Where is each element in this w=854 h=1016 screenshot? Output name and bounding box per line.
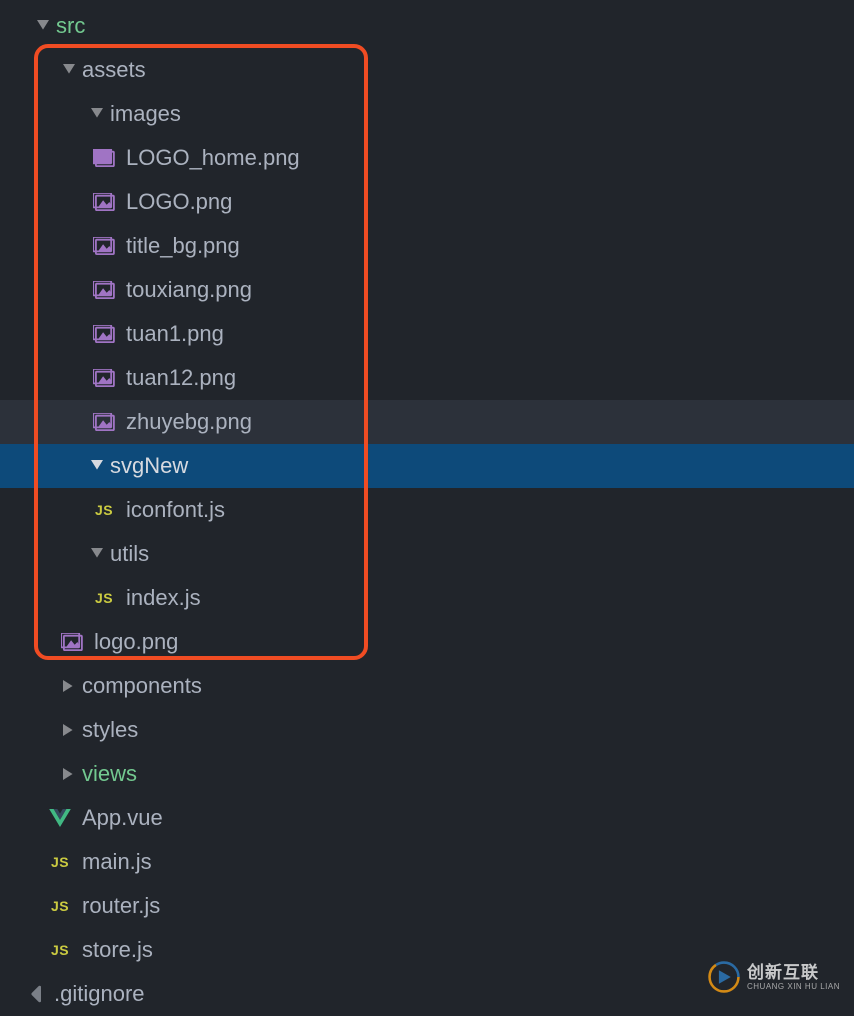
chevron-right-icon — [60, 680, 78, 692]
file-label: tuan1.png — [126, 321, 224, 347]
chevron-down-icon — [88, 548, 106, 560]
folder-label: styles — [82, 717, 138, 743]
tree-folder-src[interactable]: src — [0, 4, 854, 48]
tree-file[interactable]: LOGO_home.png — [0, 136, 854, 180]
js-file-icon: JS — [92, 586, 116, 610]
js-file-icon: JS — [48, 894, 72, 918]
js-file-icon: JS — [48, 850, 72, 874]
chevron-right-icon — [60, 724, 78, 736]
tree-folder-views[interactable]: views — [0, 752, 854, 796]
file-label: logo.png — [94, 629, 178, 655]
tree-folder-svgnew[interactable]: svgNew — [0, 444, 854, 488]
folder-label: views — [82, 761, 137, 787]
file-label: iconfont.js — [126, 497, 225, 523]
image-file-icon — [92, 278, 116, 302]
folder-label: src — [56, 13, 85, 39]
watermark-logo-icon — [707, 960, 741, 994]
file-label: router.js — [82, 893, 160, 919]
watermark-text-en: CHUANG XIN HU LIAN — [747, 983, 840, 991]
tree-file[interactable]: touxiang.png — [0, 268, 854, 312]
tree-folder-components[interactable]: components — [0, 664, 854, 708]
image-file-icon — [92, 234, 116, 258]
tree-file[interactable]: tuan12.png — [0, 356, 854, 400]
file-label: store.js — [82, 937, 153, 963]
tree-file[interactable]: logo.png — [0, 620, 854, 664]
folder-label: assets — [82, 57, 146, 83]
file-tree: src assets images LOGO_home.png LOGO.png… — [0, 0, 854, 1016]
file-label: App.vue — [82, 805, 163, 831]
chevron-down-icon — [34, 20, 52, 32]
image-file-icon — [92, 146, 116, 170]
tree-folder-styles[interactable]: styles — [0, 708, 854, 752]
tree-file[interactable]: LOGO.png — [0, 180, 854, 224]
tree-file[interactable]: JS index.js — [0, 576, 854, 620]
file-label: LOGO_home.png — [126, 145, 300, 171]
tree-folder-images[interactable]: images — [0, 92, 854, 136]
tree-file[interactable]: App.vue — [0, 796, 854, 840]
image-file-icon — [92, 322, 116, 346]
file-label: touxiang.png — [126, 277, 252, 303]
vue-file-icon — [48, 806, 72, 830]
file-label: .gitignore — [54, 981, 145, 1007]
tree-file[interactable]: tuan1.png — [0, 312, 854, 356]
chevron-right-icon — [60, 768, 78, 780]
folder-label: svgNew — [110, 453, 188, 479]
js-file-icon: JS — [48, 938, 72, 962]
chevron-down-icon — [60, 64, 78, 76]
file-label: tuan12.png — [126, 365, 236, 391]
file-label: LOGO.png — [126, 189, 232, 215]
tree-file[interactable]: title_bg.png — [0, 224, 854, 268]
image-file-icon — [92, 410, 116, 434]
image-file-icon — [92, 366, 116, 390]
tree-file[interactable]: JS iconfont.js — [0, 488, 854, 532]
tree-folder-utils[interactable]: utils — [0, 532, 854, 576]
tree-file[interactable]: JS main.js — [0, 840, 854, 884]
git-file-icon — [20, 982, 44, 1006]
watermark-text-zh: 创新互联 — [747, 964, 840, 981]
tree-folder-assets[interactable]: assets — [0, 48, 854, 92]
js-file-icon: JS — [92, 498, 116, 522]
file-label: title_bg.png — [126, 233, 240, 259]
file-label: zhuyebg.png — [126, 409, 252, 435]
file-label: index.js — [126, 585, 201, 611]
image-file-icon — [92, 190, 116, 214]
chevron-down-icon — [88, 108, 106, 120]
tree-file[interactable]: zhuyebg.png — [0, 400, 854, 444]
folder-label: images — [110, 101, 181, 127]
image-file-icon — [60, 630, 84, 654]
tree-file[interactable]: JS router.js — [0, 884, 854, 928]
watermark: 创新互联 CHUANG XIN HU LIAN — [707, 960, 840, 994]
folder-label: utils — [110, 541, 149, 567]
file-label: main.js — [82, 849, 152, 875]
folder-label: components — [82, 673, 202, 699]
chevron-down-icon — [88, 460, 106, 472]
